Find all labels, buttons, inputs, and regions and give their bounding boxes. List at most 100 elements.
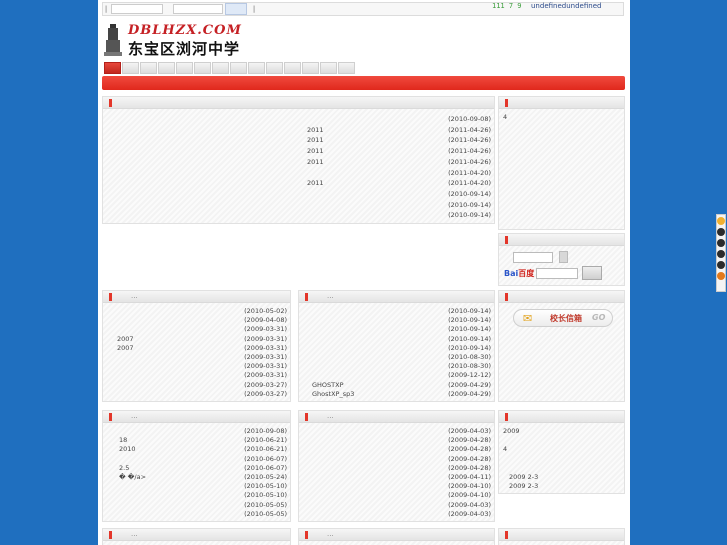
list-item[interactable]: GhostXP_sp3 (2009-04-29) — [303, 390, 491, 399]
principal-mailbox-button[interactable]: ✉ 校长信箱 GO — [513, 309, 613, 327]
list-item[interactable]: � �/a> (2010-05-24) — [107, 473, 287, 482]
bell-icon[interactable] — [717, 272, 725, 280]
nav-item[interactable] — [338, 62, 355, 74]
item-title[interactable]: 2011 — [307, 158, 324, 166]
list-item[interactable]: (2010-05-05) — [107, 510, 287, 519]
qq-penguin-icon[interactable] — [717, 250, 725, 258]
qq-penguin-icon[interactable] — [717, 239, 725, 247]
list-item[interactable]: (2009-03-31) — [107, 371, 287, 380]
list-item[interactable]: (2009-04-03) — [303, 427, 491, 436]
item-date: (2011-04-26) — [448, 147, 491, 156]
list-item[interactable]: 18 (2010-06-21) — [107, 436, 287, 445]
list-item[interactable]: (2009-04-28) — [303, 464, 491, 473]
password-input[interactable] — [173, 4, 223, 14]
list-item[interactable]: (2011-04-20) — [107, 169, 491, 178]
list-item[interactable]: 2.5 (2010-06-07) — [107, 464, 287, 473]
login-button[interactable] — [225, 3, 247, 15]
notice-line: 2009 2-3 — [509, 473, 539, 481]
item-date: (2011-04-20) — [448, 179, 491, 188]
item-date: (2009-04-28) — [448, 445, 491, 454]
list-item[interactable]: (2009-04-03) — [303, 510, 491, 519]
list-item[interactable]: 2011 (2011-04-26) — [107, 147, 491, 156]
list-item[interactable]: (2009-04-28) — [303, 436, 491, 445]
site-search-button[interactable] — [559, 251, 568, 263]
list-item[interactable]: (2009-03-31) — [107, 362, 287, 371]
list-item[interactable]: (2010-09-14) — [303, 316, 491, 325]
item-title[interactable]: 2.5 — [119, 464, 129, 472]
item-title[interactable]: 18 — [119, 436, 127, 444]
nav-item[interactable] — [176, 62, 193, 74]
list-item[interactable]: (2010-08-30) — [303, 353, 491, 362]
list-item[interactable]: (2009-04-28) — [303, 455, 491, 464]
list-item[interactable]: (2009-04-10) — [303, 482, 491, 491]
site-search-input[interactable] — [513, 251, 553, 263]
list-item[interactable]: (2009-04-28) — [303, 445, 491, 454]
item-title[interactable]: 2007 — [117, 344, 134, 352]
nav-item[interactable] — [248, 62, 265, 74]
nav-item[interactable] — [140, 62, 157, 74]
nav-item[interactable] — [302, 62, 319, 74]
list-item[interactable]: (2010-09-14) — [107, 201, 491, 210]
qq-penguin-icon[interactable] — [717, 261, 725, 269]
item-title[interactable]: 2011 — [307, 179, 324, 187]
item-title[interactable]: 2007 — [117, 335, 134, 343]
list-item[interactable]: 2011 (2011-04-20) — [107, 179, 491, 188]
list-item[interactable]: (2010-09-14) — [303, 325, 491, 334]
list-item[interactable]: (2009-03-27) — [107, 381, 287, 390]
item-title[interactable]: 2011 — [307, 136, 324, 144]
site-logo[interactable]: DBLHZX.COM 东宝区浏河中学 — [104, 20, 254, 58]
baidu-search-input[interactable] — [536, 267, 579, 279]
list-item[interactable]: (2010-09-14) — [107, 190, 491, 199]
username-input[interactable] — [111, 4, 163, 14]
list-item[interactable]: (2010-05-10) — [107, 491, 287, 500]
list-item[interactable]: (2010-09-14) — [303, 344, 491, 353]
baidu-logo: Bai百度 — [504, 268, 535, 278]
list-item[interactable]: (2010-05-05) — [107, 501, 287, 510]
nav-item[interactable] — [320, 62, 337, 74]
list-item[interactable]: (2010-06-07) — [107, 455, 287, 464]
nav-item[interactable] — [158, 62, 175, 74]
list-item[interactable]: (2009-04-10) — [303, 491, 491, 500]
list-item[interactable]: 2010 (2010-06-21) — [107, 445, 287, 454]
nav-item[interactable] — [212, 62, 229, 74]
list-item[interactable]: GHOSTXP (2009-04-29) — [303, 381, 491, 390]
item-title[interactable]: 2011 — [307, 126, 324, 134]
item-title[interactable]: � �/a> — [119, 473, 146, 481]
list-item[interactable]: (2010-09-08) — [107, 115, 491, 124]
list-item[interactable]: (2010-09-08) — [107, 427, 287, 436]
baidu-search-button[interactable] — [582, 266, 603, 280]
list-item[interactable]: 2011 (2011-04-26) — [107, 126, 491, 135]
item-title[interactable]: 2011 — [307, 147, 324, 155]
smiley-icon[interactable] — [717, 217, 725, 225]
nav-item-home[interactable] — [104, 62, 121, 74]
list-item[interactable]: (2009-04-11) — [303, 473, 491, 482]
list-item[interactable]: (2010-05-02) — [107, 307, 287, 316]
mailbox-label: 校长信箱 — [550, 314, 582, 323]
list-item[interactable]: (2009-03-31) — [107, 353, 287, 362]
nav-item[interactable] — [230, 62, 247, 74]
list-item[interactable]: (2010-09-14) — [303, 335, 491, 344]
list-item[interactable]: 2007 (2009-03-31) — [107, 344, 287, 353]
nav-item[interactable] — [266, 62, 283, 74]
qq-penguin-icon[interactable] — [717, 228, 725, 236]
nav-item[interactable] — [122, 62, 139, 74]
list-item[interactable]: (2009-04-08) — [107, 316, 287, 325]
nav-item[interactable] — [284, 62, 301, 74]
list-item[interactable]: (2010-05-10) — [107, 482, 287, 491]
list-item[interactable]: (2010-09-14) — [107, 211, 491, 220]
list-item[interactable]: 2011 (2011-04-26) — [107, 158, 491, 167]
list-item[interactable]: 2007 (2009-03-31) — [107, 335, 287, 344]
list-item[interactable]: (2009-03-27) — [107, 390, 287, 399]
list-item[interactable]: (2009-04-03) — [303, 501, 491, 510]
nav-item[interactable] — [194, 62, 211, 74]
item-title[interactable]: GHOSTXP — [312, 381, 344, 389]
list-item[interactable]: (2009-12-12) — [303, 371, 491, 380]
item-date: (2010-08-30) — [448, 362, 491, 371]
item-title[interactable]: GhostXP_sp3 — [312, 390, 354, 398]
list-item[interactable]: (2009-03-31) — [107, 325, 287, 334]
list-item[interactable]: (2010-08-30) — [303, 362, 491, 371]
item-title[interactable]: 2010 — [119, 445, 136, 453]
list-item[interactable]: 2011 (2011-04-26) — [107, 136, 491, 145]
list-item[interactable]: (2010-09-14) — [303, 307, 491, 316]
